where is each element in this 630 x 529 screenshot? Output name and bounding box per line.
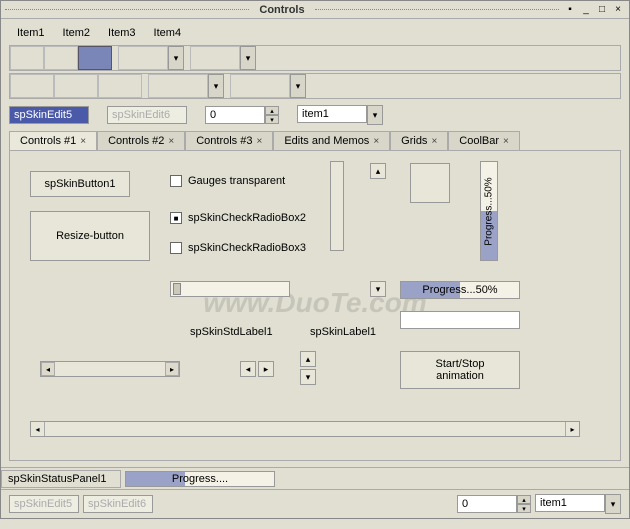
vertical-progress: Progress...50% bbox=[480, 161, 498, 261]
scroll-right-icon[interactable]: ▸ bbox=[565, 422, 579, 436]
tab-close-icon[interactable]: × bbox=[503, 136, 509, 147]
scroll-right-icon[interactable]: ▸ bbox=[165, 362, 179, 376]
tab-close-icon[interactable]: × bbox=[80, 136, 86, 147]
tab-close-icon[interactable]: × bbox=[431, 136, 437, 147]
radio2-label: spSkinCheckRadioBox2 bbox=[188, 212, 306, 224]
app-window: Controls ▪ _ □ × Item1 Item2 Item3 Item4… bbox=[0, 0, 630, 519]
tool-button[interactable] bbox=[98, 74, 142, 98]
bottom-bar: spSkinEdit5 spSkinEdit6 ▴ ▾ item1 ▾ bbox=[1, 489, 629, 518]
spin-down-icon[interactable]: ▾ bbox=[517, 504, 531, 513]
close-button[interactable]: × bbox=[611, 3, 625, 17]
combo-box[interactable]: item1 bbox=[297, 105, 367, 123]
spin-edit: ▴ ▾ bbox=[205, 106, 279, 124]
spin-input[interactable] bbox=[205, 106, 265, 124]
gauges-checkbox[interactable] bbox=[170, 175, 182, 187]
scroll-left-icon[interactable]: ◂ bbox=[41, 362, 55, 376]
bottom-edit-6: spSkinEdit6 bbox=[83, 495, 153, 513]
tab-controls-3[interactable]: Controls #3× bbox=[185, 131, 273, 150]
window-title: Controls bbox=[253, 4, 310, 16]
radio-box-2[interactable] bbox=[170, 212, 182, 224]
tab-close-icon[interactable]: × bbox=[168, 136, 174, 147]
status-panel-1: spSkinStatusPanel1 bbox=[1, 470, 121, 488]
start-stop-button[interactable]: Start/Stop animation bbox=[400, 351, 520, 389]
arrow-left-button[interactable]: ◂ bbox=[240, 361, 256, 377]
tab-controls-1[interactable]: Controls #1× bbox=[9, 131, 97, 150]
skin-edit-5[interactable]: spSkinEdit5 bbox=[9, 106, 89, 124]
menu-item1[interactable]: Item1 bbox=[9, 25, 53, 41]
skin-edit-6-disabled: spSkinEdit6 bbox=[107, 106, 187, 124]
titlebar: Controls ▪ _ □ × bbox=[1, 1, 629, 19]
skin-button-1[interactable]: spSkinButton1 bbox=[30, 171, 130, 197]
bottom-spin-input[interactable] bbox=[457, 495, 517, 513]
tool-split-button[interactable] bbox=[148, 74, 208, 98]
horizontal-scrollbar[interactable]: ◂ ▸ bbox=[40, 361, 180, 377]
arrow-down-button[interactable]: ▾ bbox=[370, 281, 386, 297]
toolbar-1: ▾ ▾ bbox=[9, 45, 621, 71]
status-bar: spSkinStatusPanel1 Progress.... bbox=[1, 467, 629, 489]
spin-down-icon[interactable]: ▾ bbox=[265, 115, 279, 124]
bottom-combo[interactable]: item1 bbox=[535, 494, 605, 512]
tool-split-button[interactable] bbox=[230, 74, 290, 98]
minimize-button[interactable]: _ bbox=[579, 3, 593, 17]
menu-item4[interactable]: Item4 bbox=[146, 25, 190, 41]
tool-button[interactable] bbox=[44, 46, 78, 70]
tool-button-selected[interactable] bbox=[78, 46, 112, 70]
bottom-edit-5: spSkinEdit5 bbox=[9, 495, 79, 513]
tab-controls-2[interactable]: Controls #2× bbox=[97, 131, 185, 150]
tab-grids[interactable]: Grids× bbox=[390, 131, 448, 150]
dropdown-arrow-icon[interactable]: ▾ bbox=[367, 105, 383, 125]
empty-panel bbox=[410, 163, 450, 203]
dropdown-arrow-icon[interactable]: ▾ bbox=[168, 46, 184, 70]
dropdown-arrow-icon[interactable]: ▾ bbox=[290, 74, 306, 98]
tab-panel: www.DuoTe.com spSkinButton1 Resize-butto… bbox=[9, 151, 621, 461]
arrow-up-button[interactable]: ▴ bbox=[300, 351, 316, 367]
tab-close-icon[interactable]: × bbox=[373, 136, 379, 147]
tab-coolbar[interactable]: CoolBar× bbox=[448, 131, 520, 150]
menu-item2[interactable]: Item2 bbox=[55, 25, 99, 41]
tool-button[interactable] bbox=[10, 74, 54, 98]
maximize-button[interactable]: □ bbox=[595, 3, 609, 17]
arrow-right-button[interactable]: ▸ bbox=[258, 361, 274, 377]
menu-bar: Item1 Item2 Item3 Item4 bbox=[9, 25, 621, 41]
dropdown-arrow-icon[interactable]: ▾ bbox=[208, 74, 224, 98]
tab-close-icon[interactable]: × bbox=[256, 136, 262, 147]
text-input[interactable] bbox=[400, 311, 520, 329]
radio3-label: spSkinCheckRadioBox3 bbox=[188, 242, 306, 254]
spin-up-icon[interactable]: ▴ bbox=[265, 106, 279, 115]
slider-thumb[interactable] bbox=[173, 283, 181, 295]
tab-bar: Controls #1× Controls #2× Controls #3× E… bbox=[9, 131, 621, 151]
dropdown-arrow-icon[interactable]: ▾ bbox=[240, 46, 256, 70]
radio-box-3[interactable] bbox=[170, 242, 182, 254]
skin-label: spSkinLabel1 bbox=[310, 326, 376, 338]
gauges-label: Gauges transparent bbox=[188, 175, 285, 187]
dropdown-arrow-icon[interactable]: ▾ bbox=[605, 494, 621, 514]
toolbar-2: ▾ ▾ bbox=[9, 73, 621, 99]
spin-up-icon[interactable]: ▴ bbox=[517, 495, 531, 504]
arrow-down-button[interactable]: ▾ bbox=[300, 369, 316, 385]
tool-button[interactable] bbox=[54, 74, 98, 98]
tool-split-button[interactable] bbox=[190, 46, 240, 70]
vertical-gauge bbox=[330, 161, 344, 251]
scroll-left-icon[interactable]: ◂ bbox=[31, 422, 45, 436]
menu-item3[interactable]: Item3 bbox=[100, 25, 144, 41]
horizontal-slider[interactable] bbox=[170, 281, 290, 297]
tool-split-button[interactable] bbox=[118, 46, 168, 70]
tab-edits-memos[interactable]: Edits and Memos× bbox=[273, 131, 390, 150]
pin-button[interactable]: ▪ bbox=[563, 3, 577, 17]
status-progress: Progress.... bbox=[125, 471, 275, 487]
horizontal-progress: Progress...50% bbox=[400, 281, 520, 299]
tool-button[interactable] bbox=[10, 46, 44, 70]
arrow-up-button[interactable]: ▴ bbox=[370, 163, 386, 179]
bottom-scrollbar[interactable]: ◂ ▸ bbox=[30, 421, 580, 437]
resize-button[interactable]: Resize-button bbox=[30, 211, 150, 261]
std-label: spSkinStdLabel1 bbox=[190, 326, 273, 338]
bottom-spin: ▴ ▾ bbox=[457, 495, 531, 513]
